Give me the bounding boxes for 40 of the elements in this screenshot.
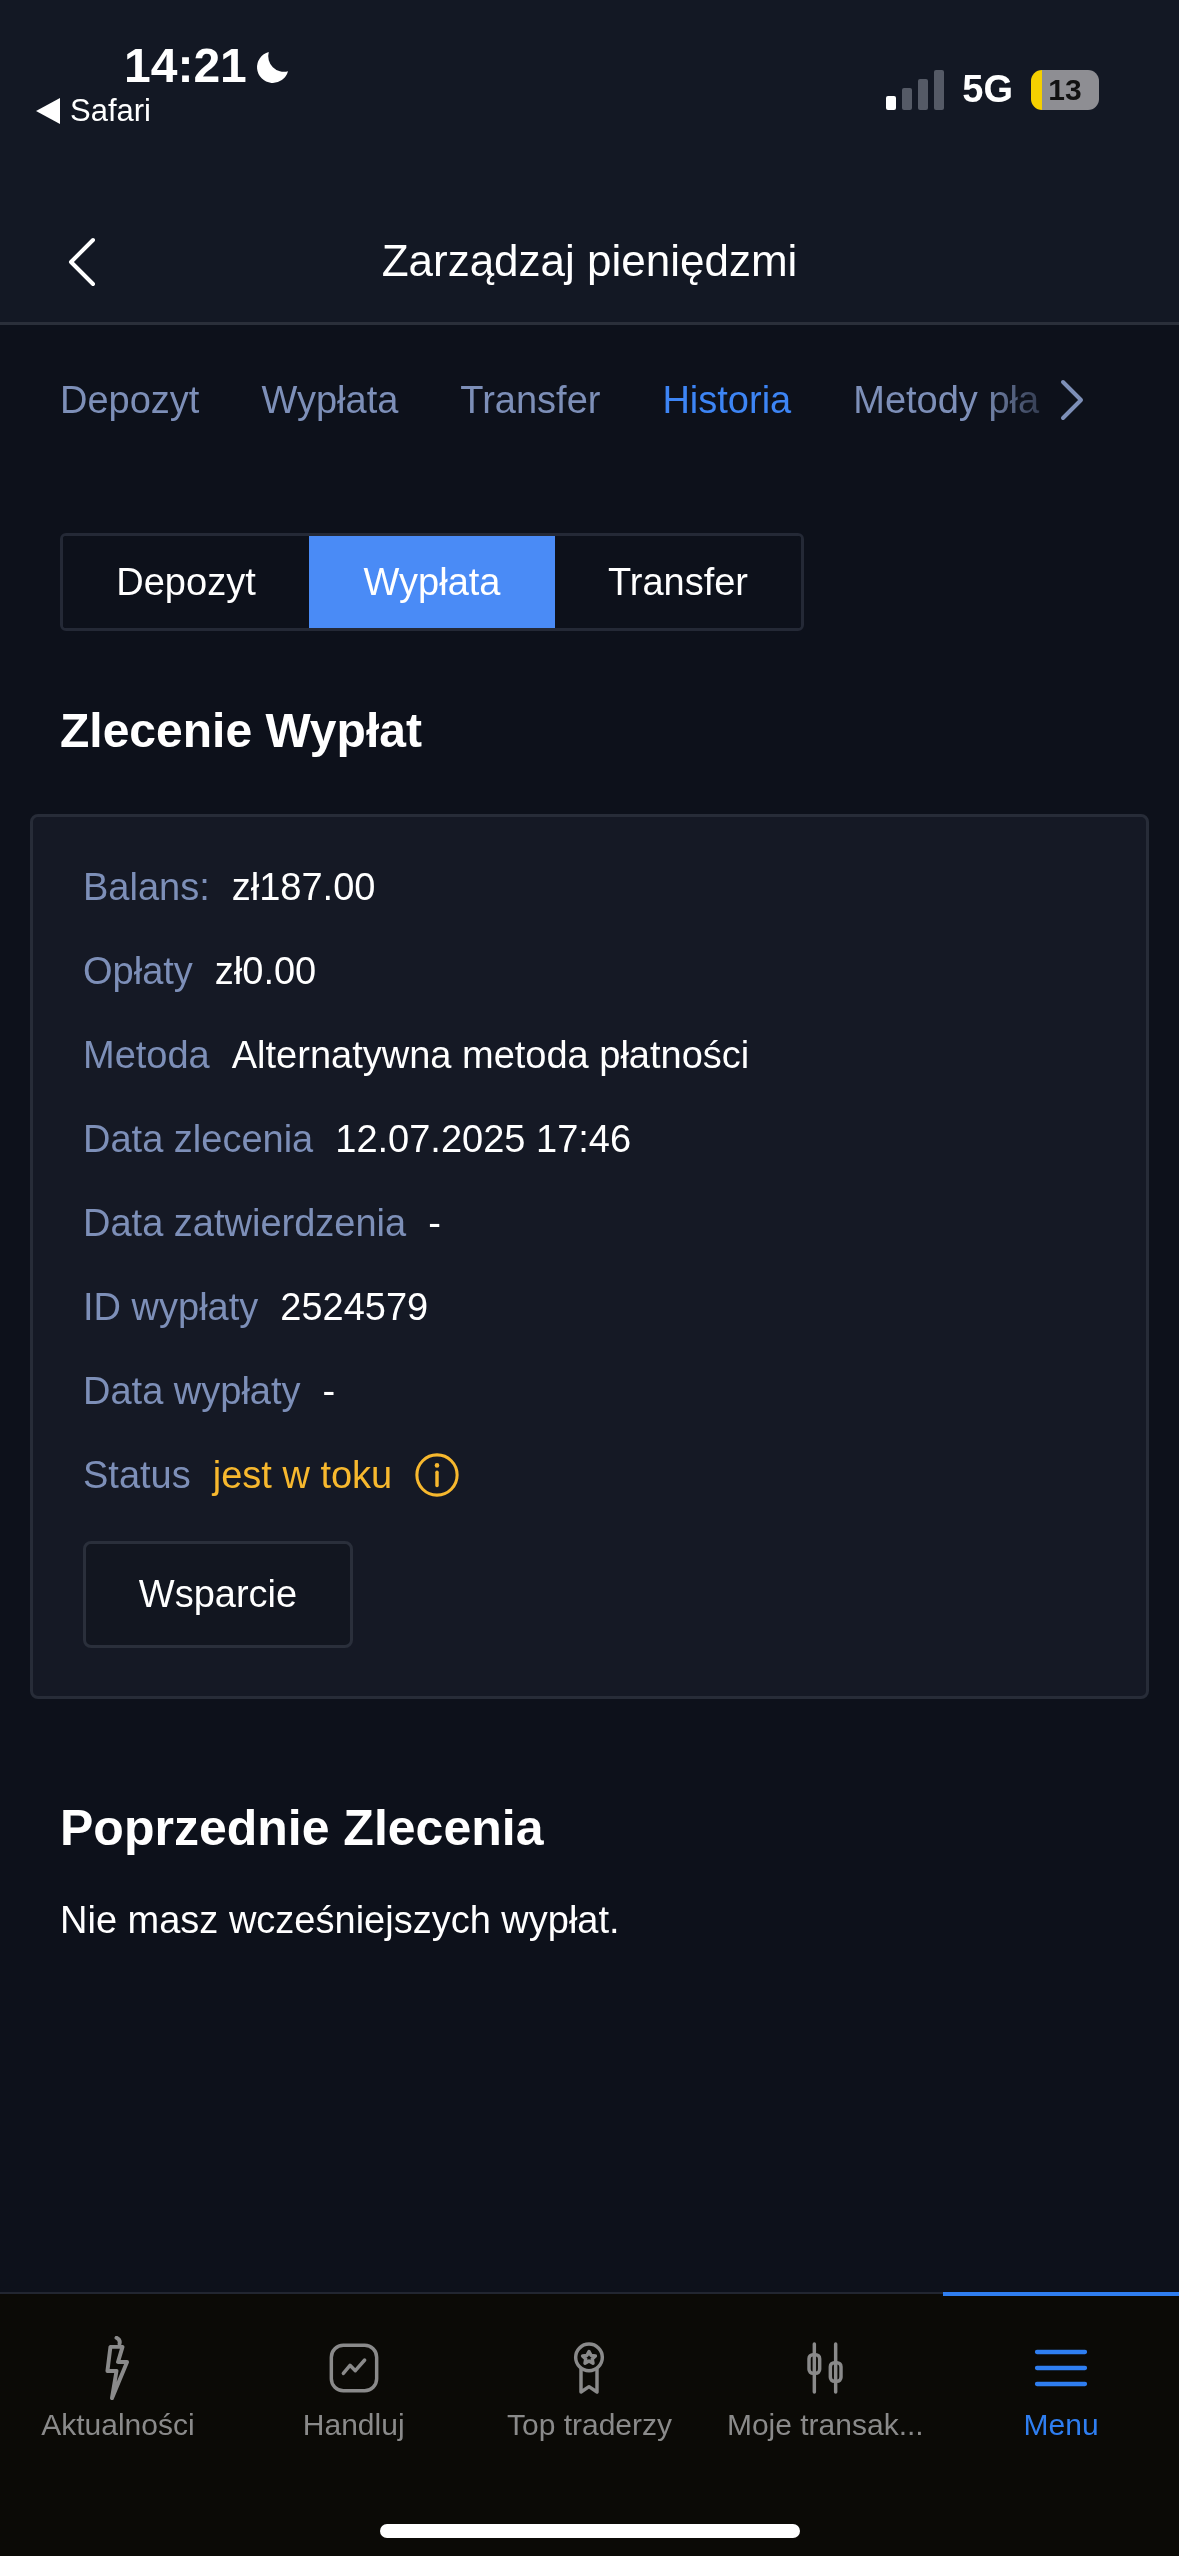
nav-tab[interactable]: Menu [943,2292,1179,2452]
clock-time: 14:21 [124,38,247,93]
field-label: Status [83,1453,191,1497]
network-type: 5G [962,68,1013,111]
field-label: Opłaty [83,949,193,993]
tab[interactable]: Metody pła [853,378,1050,422]
nav-tab[interactable]: Aktualności [0,2292,236,2452]
back-triangle-icon[interactable] [36,98,60,124]
info-icon[interactable] [414,1452,461,1498]
field-value: - [428,1201,441,1245]
field-label: ID wypłaty [83,1285,259,1329]
tab[interactable]: Wypłata [261,378,429,422]
field-value: Alternatywna metoda płatności [231,1033,750,1077]
tab[interactable]: Depozyt [60,378,230,422]
field-value: 2524579 [280,1285,429,1329]
section-heading: Zlecenie Wypłat [60,703,423,758]
field-label: Data zatwierdzenia [83,1201,407,1245]
status-value: jest w toku [212,1453,393,1497]
nav-tab[interactable]: Moje transak... [707,2292,944,2452]
back-to-app-link[interactable]: Safari [70,93,151,129]
support-button[interactable]: Wsparcie [83,1541,353,1648]
field-label: Data zlecenia [83,1117,314,1161]
nav-tab[interactable]: Top traderzy [471,2292,708,2452]
field-value: 12.07.2025 17:46 [335,1117,632,1161]
field-label: Data wypłaty [83,1369,301,1413]
field-value: zł187.00 [231,865,376,909]
battery-icon: 13 [1031,69,1099,110]
tab[interactable]: Historia [662,378,822,422]
nav-tab[interactable]: Handluj [235,2292,472,2452]
page-title: Zarządzaj pieniędzmi [381,236,798,286]
tab[interactable]: Transfer [460,378,631,422]
section-heading: Poprzednie Zlecenia [60,1799,545,1857]
field-label: Metoda [83,1033,210,1077]
field-value: - [322,1369,336,1413]
segment-tab[interactable]: Wypłata [309,536,555,628]
chevron-right-icon[interactable] [1059,378,1086,422]
field-label: Balans: [83,865,210,909]
signal-icon [886,69,945,110]
field-value: zł0.00 [214,949,317,993]
empty-message: Nie masz wcześniejszych wypłat. [60,1899,621,1942]
